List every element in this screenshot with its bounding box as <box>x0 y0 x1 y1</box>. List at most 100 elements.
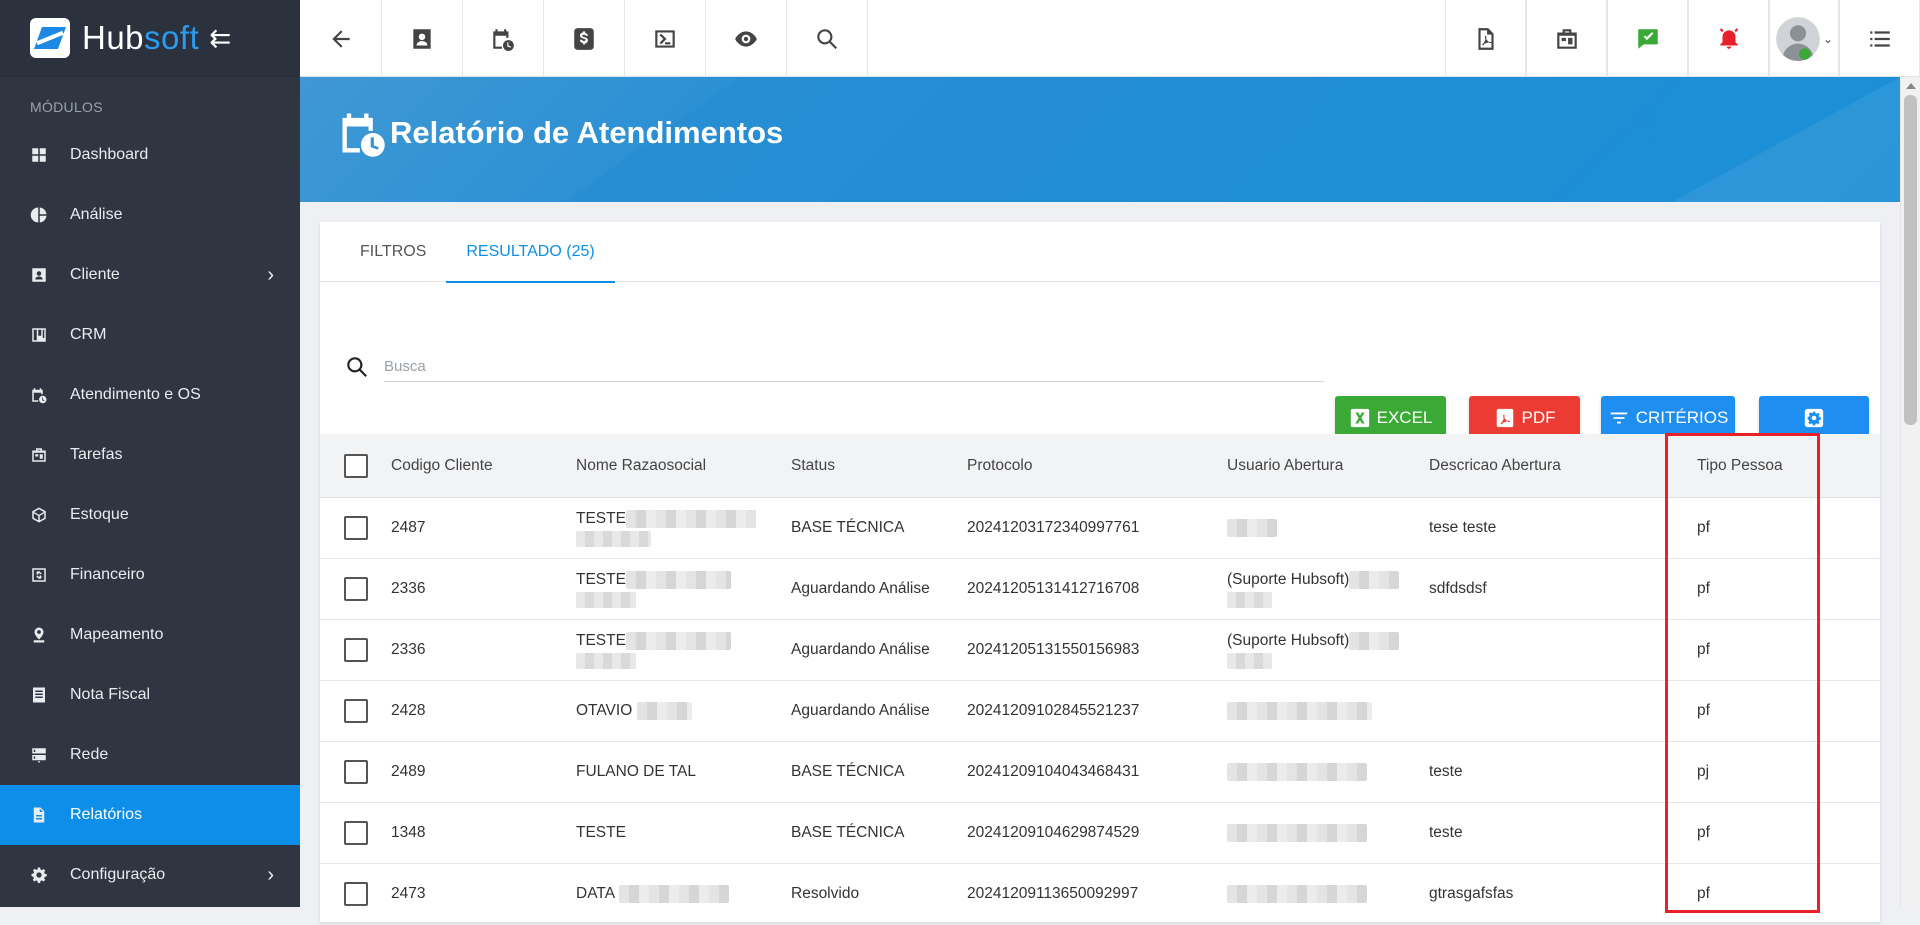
contact-card-icon <box>413 28 431 49</box>
table-row[interactable]: 2336 TESTE Aguardando Análise 2024120513… <box>320 559 1880 620</box>
sidebar-item-label: Tarefas <box>70 446 123 463</box>
search-input[interactable] <box>384 352 1324 382</box>
clients-button[interactable] <box>382 0 463 77</box>
cell-tipo-pessoa: pf <box>1697 641 1710 658</box>
row-checkbox[interactable] <box>343 699 368 723</box>
document-list-icon <box>30 686 48 704</box>
cell-usuario-text: (Suporte Hubsoft) <box>1227 632 1350 649</box>
table-row[interactable]: 2336 TESTE Aguardando Análise 2024120513… <box>320 620 1880 681</box>
redacted-text <box>625 631 731 650</box>
alerts-button[interactable] <box>1688 0 1769 77</box>
tab-filtros[interactable]: FILTROS <box>340 222 446 282</box>
sidebar-item-estoque[interactable]: Estoque <box>0 485 300 545</box>
scrollbar-thumb[interactable] <box>1904 95 1917 425</box>
collapse-menu-icon[interactable]: ⇇ <box>209 23 231 54</box>
table-row[interactable]: 2487 TESTE BASE TÉCNICA 2024120317234099… <box>320 498 1880 559</box>
sidebar-item-rede[interactable]: Rede <box>0 725 300 785</box>
brand-name[interactable]: Hubsoft <box>82 19 199 57</box>
cell-status: BASE TÉCNICA <box>791 519 905 536</box>
cell-protocolo: 20241209104629874529 <box>967 824 1140 841</box>
table-row[interactable]: 2489 FULANO DE TAL BASE TÉCNICA 20241209… <box>320 742 1880 803</box>
cell-descricao: teste <box>1429 763 1463 780</box>
terminal-icon <box>655 29 675 48</box>
scroll-up-icon[interactable] <box>1906 83 1916 89</box>
sidebar-item-label: Financeiro <box>70 566 145 583</box>
top-toolbar: ⌄ <box>300 0 1920 77</box>
sidebar-item-nota-fiscal[interactable]: Nota Fiscal <box>0 665 300 725</box>
cell-codigo: 2428 <box>391 702 426 719</box>
sidebar-item-relatorios[interactable]: Relatórios <box>0 785 300 845</box>
sidebar-item-label: Dashboard <box>70 146 149 163</box>
modules-section-title: MÓDULOS <box>30 99 103 115</box>
header-descricao-abertura[interactable]: Descricao Abertura <box>1429 456 1697 476</box>
redacted-text <box>1227 884 1367 903</box>
row-select-cell <box>320 882 391 906</box>
sidebar-item-financeiro[interactable]: Financeiro <box>0 545 300 605</box>
sidebar-item-dashboard[interactable]: Dashboard <box>0 125 300 185</box>
calendar-clock-icon <box>493 28 514 51</box>
sidebar-menu: Dashboard Análise Cliente › CRM Atendime… <box>0 125 300 905</box>
hubsoft-logo-icon[interactable] <box>30 18 70 58</box>
cell-protocolo: 20241209104043468431 <box>967 763 1140 780</box>
header-nome-razaosocial[interactable]: Nome Razaosocial <box>576 456 791 476</box>
terminal-button[interactable] <box>625 0 706 77</box>
finance-button[interactable] <box>544 0 625 77</box>
cell-status: Aguardando Análise <box>791 641 930 658</box>
kanban-icon <box>30 326 48 344</box>
header-status[interactable]: Status <box>791 456 967 476</box>
row-checkbox[interactable] <box>343 882 368 906</box>
task-board-icon <box>1556 28 1577 49</box>
cell-usuario <box>1227 762 1429 782</box>
dollar-icon <box>574 27 594 50</box>
page-scrollbar[interactable] <box>1900 77 1920 907</box>
table-row[interactable]: 2428 OTAVIO Aguardando Análise 202412091… <box>320 681 1880 742</box>
cell-tipo-pessoa: pf <box>1697 580 1710 597</box>
menu-list-button[interactable] <box>1839 0 1920 77</box>
header-protocolo[interactable]: Protocolo <box>967 456 1227 476</box>
view-button[interactable] <box>706 0 787 77</box>
cell-usuario: (Suporte Hubsoft) <box>1227 570 1429 608</box>
row-checkbox[interactable] <box>343 516 368 540</box>
row-checkbox[interactable] <box>343 638 368 662</box>
sidebar-item-tarefas[interactable]: Tarefas <box>0 425 300 485</box>
redacted-text <box>625 509 756 528</box>
back-button[interactable] <box>300 0 382 77</box>
sidebar-item-cliente[interactable]: Cliente › <box>0 245 300 305</box>
header-codigo-cliente[interactable]: Codigo Cliente <box>391 456 576 476</box>
cell-descricao: gtrasgafsfas <box>1429 885 1514 902</box>
search-button[interactable] <box>787 0 868 77</box>
sidebar-item-mapeamento[interactable]: Mapeamento <box>0 605 300 665</box>
schedule-button[interactable] <box>463 0 544 77</box>
row-checkbox[interactable] <box>343 577 368 601</box>
map-pin-icon <box>30 626 48 644</box>
calendar-board-button[interactable] <box>1526 0 1607 77</box>
header-usuario-abertura[interactable]: Usuario Abertura <box>1227 456 1429 476</box>
cell-protocolo: 20241209102845521237 <box>967 702 1140 719</box>
row-checkbox[interactable] <box>343 760 368 784</box>
sidebar-item-label: Análise <box>70 206 123 223</box>
row-checkbox[interactable] <box>343 821 368 845</box>
header-tipo-pessoa[interactable]: Tipo Pessoa <box>1697 456 1880 476</box>
cell-protocolo: 20241205131550156983 <box>967 641 1140 658</box>
sidebar-item-crm[interactable]: CRM <box>0 305 300 365</box>
cell-usuario: (Suporte Hubsoft) <box>1227 631 1429 669</box>
table-row[interactable]: 1348 TESTE BASE TÉCNICA 2024120910462987… <box>320 803 1880 864</box>
cell-status: Resolvido <box>791 885 860 902</box>
eye-icon <box>735 30 757 47</box>
sidebar-item-configuracao[interactable]: Configuração › <box>0 845 300 905</box>
approvals-button[interactable] <box>1607 0 1688 77</box>
select-all-checkbox[interactable] <box>343 453 368 478</box>
table-row[interactable]: 2473 DATA Resolvido 20241209113650092997… <box>320 864 1880 925</box>
task-board-icon <box>30 446 48 464</box>
filter-icon <box>1610 412 1627 424</box>
sidebar-item-analise[interactable]: Análise <box>0 185 300 245</box>
row-select-cell <box>320 638 391 662</box>
sidebar-item-atendimento[interactable]: Atendimento e OS <box>0 365 300 425</box>
sidebar-item-label: Estoque <box>70 506 129 523</box>
pdf-reader-button[interactable] <box>1445 0 1526 77</box>
redacted-text <box>625 570 731 589</box>
tab-resultado[interactable]: RESULTADO (25) <box>446 222 616 283</box>
cell-tipo-pessoa: pf <box>1697 824 1710 841</box>
user-avatar-button[interactable]: ⌄ <box>1769 0 1839 77</box>
